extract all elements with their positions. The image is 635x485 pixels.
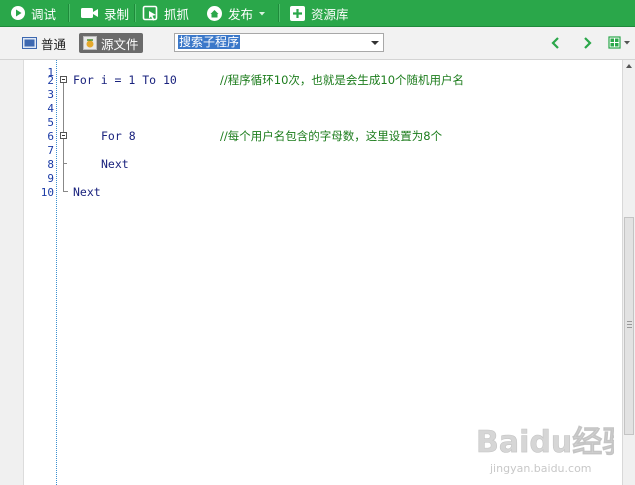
- toolbar-divider: [278, 4, 279, 22]
- video-camera-icon: [81, 8, 98, 18]
- collapse-icon[interactable]: [60, 76, 67, 83]
- code-line-10[interactable]: Next: [73, 185, 101, 199]
- line-number: 2: [47, 74, 54, 87]
- source-view-button[interactable]: 源文件: [79, 33, 143, 53]
- toolbar-divider: [68, 4, 69, 22]
- normal-view-label: 普通: [41, 36, 67, 52]
- code-comment-2[interactable]: //程序循环10次，也就是会生成10个随机用户名: [220, 73, 464, 87]
- monitor-icon: [22, 37, 37, 49]
- layout-grid-icon[interactable]: [607, 35, 633, 51]
- back-arrow-icon[interactable]: [549, 36, 563, 50]
- capture-icon: [142, 5, 158, 21]
- home-icon: [207, 5, 222, 21]
- chevron-down-icon[interactable]: [371, 41, 379, 45]
- vertical-scrollbar[interactable]: [622, 60, 635, 485]
- view-toolbar: 普通 源文件 搜索子程序: [0, 27, 635, 60]
- code-line-2[interactable]: For i = 1 To 10: [73, 73, 177, 87]
- debug-button[interactable]: 调试: [10, 0, 56, 26]
- resources-button[interactable]: 资源库: [289, 0, 349, 26]
- line-number-gutter: 1 2 3 4 5 6 7 8 9 10: [24, 60, 57, 485]
- forward-arrow-icon[interactable]: [580, 36, 594, 50]
- fold-end-marker: [63, 191, 68, 192]
- toolbar-divider: [134, 4, 135, 22]
- subroutine-search-value[interactable]: 搜索子程序: [178, 35, 241, 49]
- line-number: 6: [47, 130, 54, 143]
- code-line-6[interactable]: For 8: [101, 129, 136, 143]
- publish-button[interactable]: 发布: [206, 0, 267, 26]
- record-label: 录制: [104, 6, 130, 22]
- scrollbar-thumb[interactable]: [624, 217, 634, 435]
- grip-line: [627, 324, 632, 325]
- publish-label: 发布: [228, 6, 254, 22]
- debug-label: 调试: [31, 6, 57, 22]
- play-icon: [11, 6, 25, 20]
- grip-line: [627, 327, 632, 328]
- source-file-icon: [83, 36, 97, 50]
- code-editor[interactable]: 1 2 3 4 5 6 7 8 9 10 For i = 1 To 10 //程…: [0, 60, 622, 485]
- line-number: 3: [47, 88, 54, 101]
- source-view-label: 源文件: [101, 36, 139, 52]
- capture-button[interactable]: 抓抓: [142, 0, 189, 26]
- line-number: 10: [40, 186, 54, 199]
- main-toolbar: 调试 录制 抓抓 发布 资源库: [0, 0, 635, 27]
- code-comment-6[interactable]: //每个用户名包含的字母数，这里设置为8个: [220, 129, 442, 143]
- line-number: 7: [47, 144, 54, 157]
- capture-label: 抓抓: [164, 6, 190, 22]
- line-number: 5: [47, 116, 54, 129]
- line-number: 4: [47, 102, 54, 115]
- collapse-icon[interactable]: [60, 132, 67, 139]
- line-number: 8: [47, 158, 54, 171]
- editor-margin: [0, 60, 24, 485]
- record-button[interactable]: 录制: [80, 0, 129, 26]
- subroutine-search-select[interactable]: 搜索子程序: [174, 33, 384, 52]
- add-resource-icon: [290, 5, 305, 21]
- fold-end-marker: [63, 163, 67, 164]
- code-line-8[interactable]: Next: [101, 157, 129, 171]
- normal-view-button[interactable]: 普通: [18, 33, 70, 53]
- scroll-up-icon[interactable]: [626, 64, 632, 68]
- resources-label: 资源库: [311, 6, 349, 22]
- dropdown-arrow-icon[interactable]: [257, 8, 267, 18]
- line-number: 9: [47, 172, 54, 185]
- grip-line: [627, 321, 632, 322]
